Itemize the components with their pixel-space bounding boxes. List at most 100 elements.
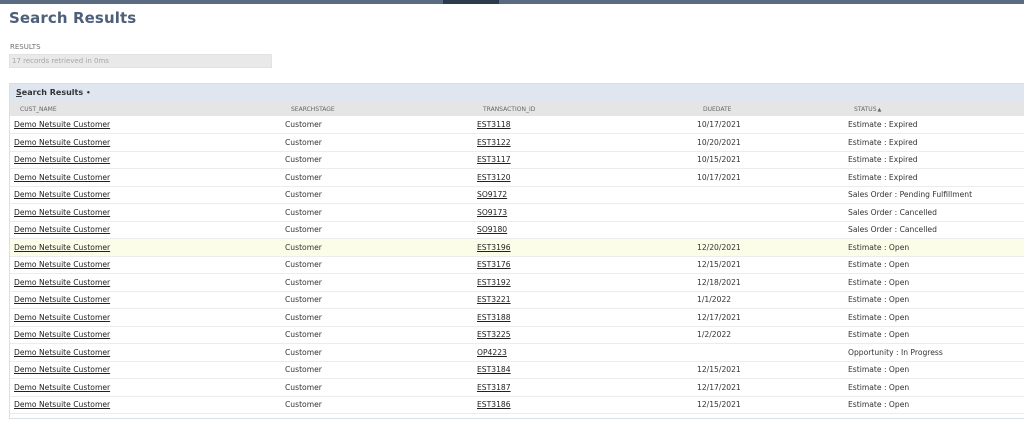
table-cell <box>693 221 844 239</box>
cust-name-link[interactable]: Demo Netsuite Customer <box>14 138 110 147</box>
table-cell: Estimate : Open <box>844 256 1024 274</box>
table-cell: 10/17/2021 <box>693 116 844 134</box>
table-row: Demo Netsuite Customer Customer EST3120 10/… <box>10 168 1024 187</box>
duedate-cell: 1/2/2022 <box>697 330 732 340</box>
table-cell: Estimate : Open <box>844 396 1024 414</box>
transaction-id-link[interactable]: EST3196 <box>477 243 511 252</box>
table-cell: 12/15/2021 <box>693 361 844 379</box>
searchstage-cell: Customer <box>285 190 322 200</box>
duedate-cell: 12/17/2021 <box>697 382 741 392</box>
transaction-id-link[interactable]: EST3186 <box>477 400 511 409</box>
table-cell: Demo Netsuite Customer <box>10 396 281 414</box>
cust-name-link[interactable]: Demo Netsuite Customer <box>14 295 110 304</box>
table-cell: Opportunity : In Progress <box>844 343 1024 362</box>
cust-name-link[interactable]: Demo Netsuite Customer <box>14 383 110 392</box>
table-cell: Customer <box>281 361 473 379</box>
table-header-row: CUST_NAME SEARCHSTAGE TRANSACTION_ID DUE… <box>10 102 1024 116</box>
table-cell: 12/17/2021 <box>693 378 844 397</box>
transaction-id-link[interactable]: EST3225 <box>477 330 511 339</box>
cust-name-link[interactable]: Demo Netsuite Customer <box>14 173 110 182</box>
table-cell: Estimate : Open <box>844 238 1024 257</box>
searchstage-cell: Customer <box>285 120 322 129</box>
table-cell: Customer <box>281 291 473 309</box>
column-header-duedate[interactable]: DUEDATE <box>693 102 844 116</box>
duedate-cell: 12/18/2021 <box>697 277 741 287</box>
status-cell: Estimate : Expired <box>848 155 918 165</box>
status-cell: Estimate : Open <box>848 277 910 287</box>
searchstage-cell: Customer <box>285 172 322 182</box>
table-cell: SO9173 <box>473 203 693 222</box>
cust-name-link[interactable]: Demo Netsuite Customer <box>14 313 110 322</box>
transaction-id-link[interactable]: EST3221 <box>477 295 511 304</box>
cust-name-link[interactable]: Demo Netsuite Customer <box>14 243 110 252</box>
searchstage-cell: Customer <box>285 365 322 375</box>
transaction-id-link[interactable]: EST3120 <box>477 173 511 182</box>
transaction-id-link[interactable]: EST3184 <box>477 365 511 374</box>
duedate-cell: 10/15/2021 <box>697 155 741 165</box>
column-header-status[interactable]: STATUS▲ <box>844 102 1024 116</box>
searchstage-cell: Customer <box>285 330 322 340</box>
status-cell: Estimate : Expired <box>848 172 918 182</box>
table-row: Demo Netsuite Customer Customer SO9172 Sale… <box>10 186 1024 204</box>
duedate-cell: 12/20/2021 <box>697 242 741 252</box>
page-title: Search Results <box>9 9 137 27</box>
table-cell: EST3122 <box>473 133 693 152</box>
transaction-id-link[interactable]: EST3118 <box>477 120 511 129</box>
status-cell: Estimate : Expired <box>848 120 918 129</box>
table-row: Demo Netsuite Customer Customer EST3188 12/… <box>10 308 1024 327</box>
table-cell: Customer <box>281 378 473 397</box>
searchstage-cell: Customer <box>285 225 322 235</box>
cust-name-link[interactable]: Demo Netsuite Customer <box>14 120 110 129</box>
table-row: Demo Netsuite Customer Customer EST3186 12/… <box>10 396 1024 414</box>
panel-title-marker: • <box>86 89 91 97</box>
transaction-id-link[interactable]: EST3176 <box>477 260 511 269</box>
cust-name-link[interactable]: Demo Netsuite Customer <box>14 400 110 409</box>
table-row: Demo Netsuite Customer Customer EST3187 12/… <box>10 378 1024 397</box>
transaction-id-link[interactable]: EST3192 <box>477 278 511 287</box>
cust-name-link[interactable]: Demo Netsuite Customer <box>14 278 110 287</box>
active-nav-tab[interactable] <box>443 0 499 4</box>
cust-name-link[interactable]: Demo Netsuite Customer <box>14 260 110 269</box>
cust-name-link[interactable]: Demo Netsuite Customer <box>14 155 110 164</box>
transaction-id-link[interactable]: SO9173 <box>477 208 507 217</box>
cust-name-link[interactable]: Demo Netsuite Customer <box>14 225 110 234</box>
duedate-cell: 10/20/2021 <box>697 137 741 147</box>
table-cell: Demo Netsuite Customer <box>10 378 281 397</box>
transaction-id-link[interactable]: SO9172 <box>477 190 507 199</box>
transaction-id-link[interactable]: SO9180 <box>477 225 507 234</box>
transaction-id-link[interactable]: EST3117 <box>477 155 511 164</box>
table-cell: Demo Netsuite Customer <box>10 361 281 379</box>
status-cell: Sales Order : Cancelled <box>848 225 937 235</box>
transaction-id-link[interactable]: EST3187 <box>477 383 511 392</box>
column-header-searchstage[interactable]: SEARCHSTAGE <box>281 102 473 116</box>
table-row: Demo Netsuite Customer Customer EST3117 10/… <box>10 151 1024 169</box>
transaction-id-link[interactable]: OP4223 <box>477 348 507 357</box>
table-cell: 1/2/2022 <box>693 326 844 344</box>
table-cell: EST3196 <box>473 238 693 257</box>
table-cell: Demo Netsuite Customer <box>10 291 281 309</box>
searchstage-cell: Customer <box>285 312 322 322</box>
cust-name-link[interactable]: Demo Netsuite Customer <box>14 190 110 199</box>
table-cell: EST3117 <box>473 151 693 169</box>
cust-name-link[interactable]: Demo Netsuite Customer <box>14 365 110 374</box>
cust-name-link[interactable]: Demo Netsuite Customer <box>14 208 110 217</box>
table-cell: Estimate : Open <box>844 273 1024 292</box>
cust-name-link[interactable]: Demo Netsuite Customer <box>14 330 110 339</box>
table-cell <box>693 343 844 362</box>
column-header-cust-name[interactable]: CUST_NAME <box>10 102 281 116</box>
cust-name-link[interactable]: Demo Netsuite Customer <box>14 348 110 357</box>
table-cell: EST3225 <box>473 326 693 344</box>
table-cell: Customer <box>281 133 473 152</box>
table-cell: EST3120 <box>473 168 693 187</box>
table-cell: Customer <box>281 203 473 222</box>
table-cell: Customer <box>281 343 473 362</box>
status-cell: Sales Order : Cancelled <box>848 207 937 217</box>
transaction-id-link[interactable]: EST3188 <box>477 313 511 322</box>
panel-title[interactable]: Search Results • <box>16 88 91 97</box>
transaction-id-link[interactable]: EST3122 <box>477 138 511 147</box>
column-header-transaction-id[interactable]: TRANSACTION_ID <box>473 102 693 116</box>
table-cell: Customer <box>281 221 473 239</box>
status-cell: Estimate : Open <box>848 312 910 322</box>
table-cell: 12/15/2021 <box>693 396 844 414</box>
searchstage-cell: Customer <box>285 260 322 270</box>
